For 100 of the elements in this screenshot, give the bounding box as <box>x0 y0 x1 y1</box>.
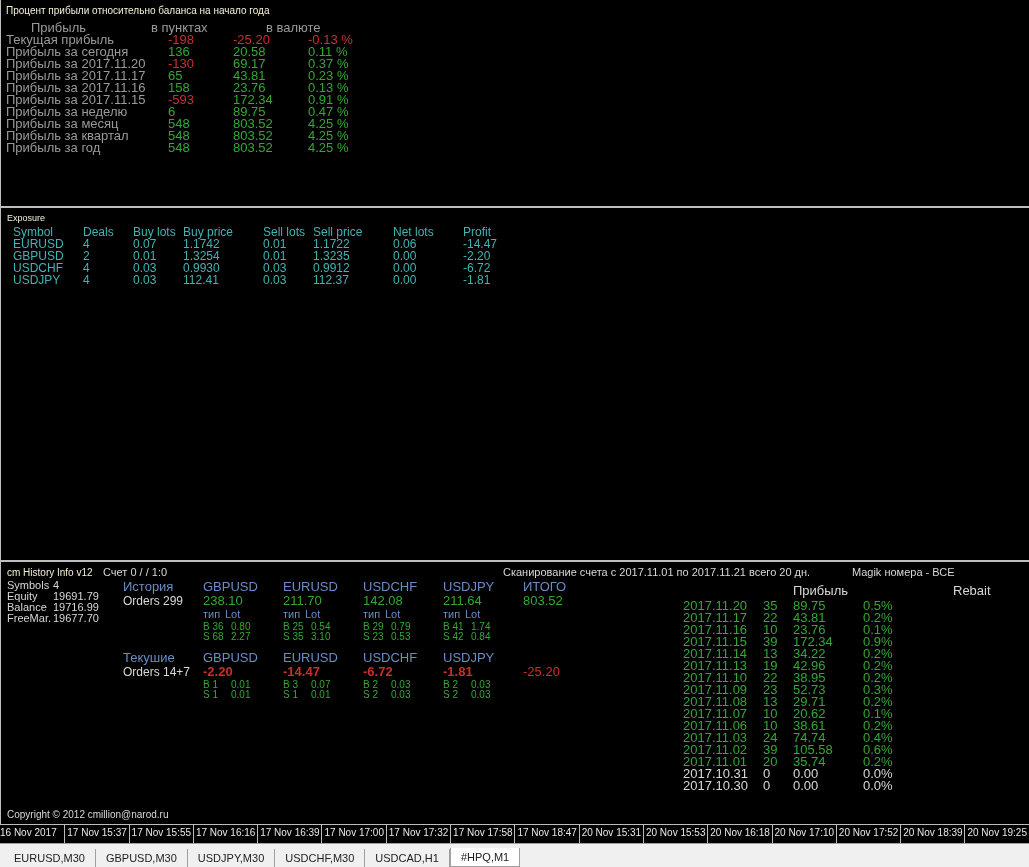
symbol-profit: -6.72 <box>363 665 394 679</box>
row-label: Прибыль за квартал <box>6 130 130 142</box>
symbol-profit: -1.81 <box>443 665 474 679</box>
lot-size: 0.01 <box>231 690 251 700</box>
day-date: 2017.10.31 <box>683 768 750 780</box>
panel-title: Exposure <box>7 212 47 224</box>
row-label: Прибыль за сегодня <box>6 46 130 58</box>
symbol-name: USDCHF <box>363 651 419 665</box>
deal-count: 22 <box>763 612 779 624</box>
lot-size: 0.03 <box>471 690 491 700</box>
column-header: тип <box>363 608 382 621</box>
day-date: 2017.11.03 <box>683 732 749 744</box>
day-profit: 20.62 <box>793 708 827 720</box>
chart-tab[interactable]: #HPQ,M1 <box>449 848 521 867</box>
table-cell-text: -6.72 <box>463 262 492 274</box>
day-date: 2017.11.10 <box>683 672 749 684</box>
lot-size: 0.01 <box>231 680 251 690</box>
table-cell-text: 112.41 <box>183 274 220 286</box>
table-cell-text: 1.3254 <box>183 250 221 262</box>
day-date: 2017.10.30 <box>683 780 750 792</box>
deal-count: S 1 <box>283 690 299 700</box>
account-label: Счет 0 / / 1:0 <box>103 567 169 578</box>
day-percent: 0.3% <box>863 684 894 696</box>
stat-value: 19691.79 <box>53 591 99 602</box>
row-label: Прибыль за неделю <box>6 106 129 118</box>
day-date: 2017.11.09 <box>683 684 749 696</box>
deal-count: S 2 <box>443 690 459 700</box>
column-header: Lot <box>225 608 241 621</box>
deal-count: B 29 <box>363 622 385 632</box>
table-cell-text: 1.3235 <box>313 250 351 262</box>
deal-count: 20 <box>763 756 779 768</box>
stat-value: 19716.99 <box>53 602 99 613</box>
column-header: Net lots <box>393 226 435 238</box>
value-cell-text: 69.17 <box>233 58 267 70</box>
deal-count: S 1 <box>203 690 219 700</box>
value-cell-text: 0.11 % <box>308 46 349 58</box>
day-percent: 0.2% <box>863 672 894 684</box>
day-profit: 38.61 <box>793 720 827 732</box>
orders-count: Orders 299 <box>123 594 185 608</box>
day-percent: 0.0% <box>863 768 894 780</box>
deal-count: 0 <box>763 780 772 792</box>
symbol-profit: 238.10 <box>203 594 244 608</box>
column-header: Lot <box>465 608 481 621</box>
day-percent: 0.6% <box>863 744 894 756</box>
table-cell-text: 1.1722 <box>313 238 350 250</box>
value-cell-text: 803.52 <box>233 130 274 142</box>
day-profit: 29.71 <box>793 696 827 708</box>
scan-period: Сканирование счета с 2017.11.01 по 2017.11.21 всего 20 дн. <box>503 567 812 578</box>
lot-size: 0.01 <box>311 690 331 700</box>
day-percent: 0.5% <box>863 600 894 612</box>
value-cell-text: -130 <box>168 58 196 70</box>
value-cell-text: 4.25 % <box>308 118 350 130</box>
table-cell-text: 0.00 <box>393 262 418 274</box>
symbol-profit: 142.08 <box>363 594 404 608</box>
day-percent: 0.2% <box>863 720 894 732</box>
row-label: Прибыль за 2017.11.16 <box>6 82 147 94</box>
column-header: Symbol <box>13 226 54 238</box>
axis-label: 16 Nov 2017 <box>0 826 58 840</box>
table-cell-text: 1.1742 <box>183 238 220 250</box>
deal-count: S 42 <box>443 632 465 642</box>
day-percent: 0.2% <box>863 756 894 768</box>
value-cell-text: 6 <box>168 106 177 118</box>
row-label: Прибыль за 2017.11.17 <box>6 70 147 82</box>
table-cell-text: 0.01 <box>133 250 158 262</box>
symbol-name: EURUSD <box>283 651 339 665</box>
column-header: в валюте <box>266 22 321 34</box>
value-cell-text: -198 <box>168 34 195 46</box>
day-date: 2017.11.13 <box>683 660 749 672</box>
day-profit: 52.73 <box>793 684 827 696</box>
table-cell-text: 2 <box>83 250 91 262</box>
table-cell-text: 0.07 <box>133 238 158 250</box>
table-cell-text: 0.03 <box>263 262 288 274</box>
day-percent: 0.9% <box>863 636 894 648</box>
magic-numbers: Magik номера - ВСЕ <box>852 567 955 578</box>
deal-count: B 1 <box>203 680 219 690</box>
table-cell-text: 0.9912 <box>313 262 351 274</box>
column-header: Rebait <box>953 585 991 600</box>
lot-size: 2.27 <box>231 632 251 642</box>
value-cell-text: 136 <box>168 46 191 58</box>
table-cell-text: 112.37 <box>313 274 350 286</box>
lot-size: 0.03 <box>391 690 411 700</box>
value-cell-text: 803.52 <box>233 118 274 130</box>
deal-count: 22 <box>763 672 779 684</box>
day-percent: 0.1% <box>863 624 894 636</box>
column-header: тип <box>203 608 222 621</box>
deal-count: 35 <box>763 600 779 612</box>
stat-label: Symbols <box>7 580 51 591</box>
deal-count: B 25 <box>283 622 305 632</box>
column-header: тип <box>443 608 462 621</box>
lot-size: 0.84 <box>471 632 491 642</box>
lot-size: 0.79 <box>391 622 411 632</box>
symbol-profit: 211.64 <box>443 594 483 608</box>
day-profit: 0.00 <box>793 780 820 792</box>
day-percent: 0.1% <box>863 708 894 720</box>
value-cell-text: 4.25 % <box>308 130 350 142</box>
deal-count: B 2 <box>443 680 459 690</box>
column-header: Прибыль <box>31 22 86 34</box>
table-cell-text: GBPUSD <box>13 250 65 262</box>
table-cell-text: 0.00 <box>393 250 418 262</box>
lot-size: 0.53 <box>391 632 411 642</box>
